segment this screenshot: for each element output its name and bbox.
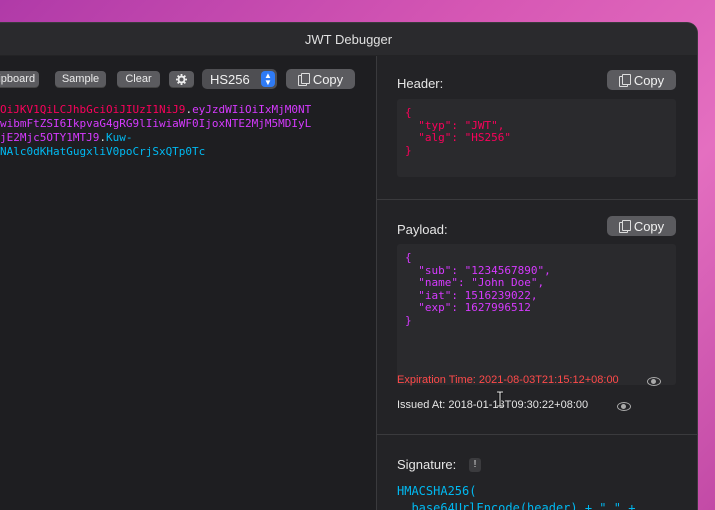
header-json-line: "alg": "HS256" (405, 131, 511, 144)
payload-json-line: { (405, 251, 412, 264)
clipboard-button-label: lipboard (0, 73, 36, 85)
copy-icon (297, 73, 310, 86)
section-divider (377, 434, 697, 435)
signature-code-line: HMACSHA256( (397, 484, 477, 498)
signature-code-line: base64UrlEncode(header) + "." + (397, 501, 636, 510)
payload-label: Payload: (397, 222, 448, 237)
payload-json[interactable]: { "sub": "1234567890", "name": "John Doe… (397, 244, 676, 385)
copy-icon (618, 74, 631, 87)
issued-at: Issued At: 2018-01-18T09:30:22+08:00 (397, 399, 589, 411)
algorithm-select[interactable]: HS256 ▲ ▼ (202, 69, 277, 89)
token-line-2: wibmFtZSI6IkpvaG4gRG9lIiwiaWF0IjoxNTE2Mj… (0, 117, 370, 131)
token-payload-part: jE2Mjc5OTY1MTJ9 (0, 131, 100, 144)
token-line-4: NAlc0dKHatGugxliV0poCrjSxQTp0Tc (0, 145, 370, 159)
token-header-part: OiJKV1QiLCJhbGciOiJIUzI1NiJ9 (0, 103, 186, 116)
token-line-3: jE2Mjc5OTY1MTJ9.Kuw- (0, 131, 370, 145)
title-bar: JWT Debugger (0, 23, 697, 56)
header-label: Header: (397, 76, 444, 91)
chevron-updown-icon: ▲ ▼ (261, 71, 275, 87)
copy-token-label: Copy (312, 71, 344, 87)
payload-json-line: "name": "John Doe", (405, 276, 545, 289)
payload-json-line: "exp": 1627996512 (405, 301, 531, 314)
header-json-line: { (405, 106, 412, 119)
text-cursor-icon (497, 391, 503, 407)
eye-icon[interactable] (617, 402, 631, 411)
token-separator: . (99, 131, 106, 144)
token-signature-part: NAlc0dKHatGugxliV0poCrjSxQTp0Tc (0, 145, 206, 158)
section-divider (377, 199, 697, 200)
header-json-line: } (405, 143, 412, 157)
signature-code: HMACSHA256( base64UrlEncode(header) + ".… (397, 483, 635, 510)
copy-header-button[interactable]: Copy (607, 70, 676, 90)
sample-button[interactable]: Sample (55, 71, 106, 87)
copy-payload-button[interactable]: Copy (607, 216, 676, 236)
token-signature-part: Kuw- (105, 131, 133, 144)
gear-icon (176, 73, 187, 85)
expiration-time: Expiration Time: 2021-08-03T21:15:12+08:… (397, 374, 619, 386)
sample-button-label: Sample (61, 73, 100, 85)
clear-button-label: Clear (125, 73, 152, 85)
eye-icon[interactable] (647, 377, 661, 386)
header-json[interactable]: { "typ": "JWT", "alg": "HS256"} (397, 99, 676, 177)
token-payload-part: eyJzdWIiOiIxMjM0NT (192, 103, 312, 116)
token-text[interactable]: OiJKV1QiLCJhbGciOiJIUzI1NiJ9. eyJzdWIiOiI… (0, 103, 370, 159)
decoded-pane: Header: Copy { "typ": "JWT", "alg": "HS2… (377, 56, 697, 510)
settings-button[interactable] (169, 71, 194, 87)
app-window: JWT Debugger lipboard Sample Clear (0, 23, 697, 510)
signature-warning-badge[interactable]: ! (469, 458, 481, 472)
copy-token-button[interactable]: Copy (286, 69, 355, 89)
window-title: JWT Debugger (304, 31, 393, 47)
clear-button[interactable]: Clear (117, 71, 160, 87)
copy-header-label: Copy (633, 72, 665, 88)
algorithm-select-value: HS256 (210, 71, 250, 87)
copy-icon (618, 220, 631, 233)
signature-label: Signature: (397, 457, 457, 472)
copy-payload-label: Copy (633, 218, 665, 234)
clipboard-button[interactable]: lipboard (0, 71, 39, 87)
token-editor-pane[interactable]: lipboard Sample Clear (0, 56, 377, 510)
toolbar: lipboard Sample Clear (0, 69, 376, 91)
payload-json-line: } (405, 313, 412, 327)
token-line-1: OiJKV1QiLCJhbGciOiJIUzI1NiJ9.eyJzdWIiOiI… (0, 103, 370, 117)
token-payload-part: wibmFtZSI6IkpvaG4gRG9lIiwiaWF0IjoxNTE2Mj… (0, 117, 312, 130)
